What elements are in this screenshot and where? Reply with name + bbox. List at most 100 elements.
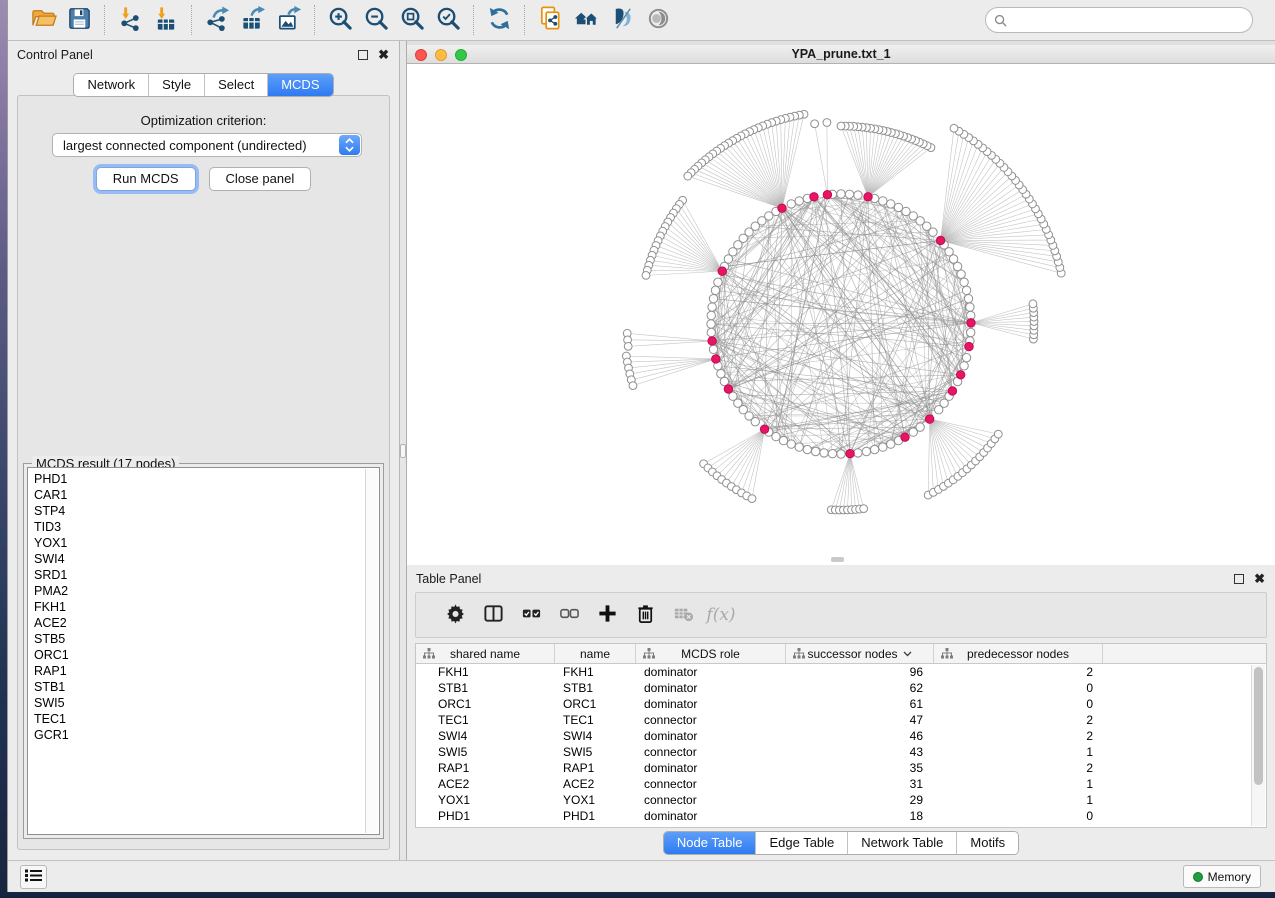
minimize-window-icon[interactable] <box>435 49 447 61</box>
mcds-result-item[interactable]: STB5 <box>34 631 379 647</box>
table-row[interactable]: SWI5SWI5connector431 <box>416 744 1266 760</box>
mcds-list-scrollbar[interactable] <box>365 469 378 833</box>
import-table-icon <box>153 5 180 35</box>
tab-style[interactable]: Style <box>149 74 205 96</box>
zoom-selected-button[interactable] <box>430 4 466 36</box>
table-cell: YOX1 <box>416 793 555 807</box>
table-cell: dominator <box>636 809 786 823</box>
network-window-titlebar[interactable]: YPA_prune.txt_1 <box>407 45 1275 64</box>
table-scrollbar-thumb[interactable] <box>1254 667 1263 785</box>
mcds-result-item[interactable]: PHD1 <box>34 471 379 487</box>
network-graph[interactable] <box>407 64 1275 565</box>
table-cell: YOX1 <box>555 793 636 807</box>
hide-button[interactable] <box>604 4 640 36</box>
table-cell: 43 <box>786 745 934 759</box>
search-input[interactable] <box>1012 13 1244 27</box>
export-network-button[interactable] <box>199 4 235 36</box>
mcds-result-item[interactable]: YOX1 <box>34 535 379 551</box>
column-header-predecessor-nodes[interactable]: predecessor nodes <box>934 644 1103 663</box>
table-tab-edge-table[interactable]: Edge Table <box>756 832 848 854</box>
tab-mcds[interactable]: MCDS <box>268 74 332 96</box>
tab-select[interactable]: Select <box>205 74 268 96</box>
table-scrollbar[interactable] <box>1251 665 1265 826</box>
table-cell: dominator <box>636 729 786 743</box>
tab-network[interactable]: Network <box>74 74 149 96</box>
mcds-result-item[interactable]: GCR1 <box>34 727 379 743</box>
mcds-result-item[interactable]: FKH1 <box>34 599 379 615</box>
float-table-panel-icon[interactable] <box>1234 574 1244 584</box>
close-panel-icon[interactable]: ✖ <box>378 50 389 60</box>
close-table-panel-icon[interactable]: ✖ <box>1254 574 1265 584</box>
zoom-in-button[interactable] <box>322 4 358 36</box>
open-button[interactable] <box>25 4 61 36</box>
zoom-out-icon <box>363 5 390 35</box>
close-window-icon[interactable] <box>415 49 427 61</box>
refresh-button[interactable] <box>481 4 517 36</box>
mcds-result-item[interactable]: STB1 <box>34 679 379 695</box>
table-settings-button[interactable] <box>436 598 474 632</box>
table-tab-motifs[interactable]: Motifs <box>957 832 1018 854</box>
save-button[interactable] <box>61 4 97 36</box>
table-tab-node-table[interactable]: Node Table <box>664 832 757 854</box>
mcds-result-item[interactable]: SWI5 <box>34 695 379 711</box>
table-cell: 96 <box>786 665 934 679</box>
mcds-result-item[interactable]: TID3 <box>34 519 379 535</box>
float-panel-icon[interactable] <box>358 50 368 60</box>
show-columns-button[interactable] <box>474 598 512 632</box>
export-image-button[interactable] <box>271 4 307 36</box>
columns-icon <box>483 603 504 627</box>
mcds-result-list[interactable]: PHD1CAR1STP4TID3YOX1SWI4SRD1PMA2FKH1ACE2… <box>27 467 380 835</box>
column-header-name[interactable]: name <box>555 644 636 663</box>
table-row[interactable]: STB1STB1dominator620 <box>416 680 1266 696</box>
table-row[interactable]: SWI4SWI4dominator462 <box>416 728 1266 744</box>
function-builder-button[interactable]: f(x) <box>702 598 740 632</box>
table-row[interactable]: ORC1ORC1dominator610 <box>416 696 1266 712</box>
import-network-button[interactable] <box>112 4 148 36</box>
mcds-result-item[interactable]: SRD1 <box>34 567 379 583</box>
mcds-result-item[interactable]: ACE2 <box>34 615 379 631</box>
table-cell: 2 <box>934 665 1103 679</box>
column-header-successor-nodes[interactable]: successor nodes <box>786 644 934 663</box>
memory-button[interactable]: Memory <box>1183 865 1261 888</box>
delete-table-button[interactable] <box>664 598 702 632</box>
zoom-fit-button[interactable] <box>394 4 430 36</box>
network-canvas[interactable] <box>407 64 1275 565</box>
table-row[interactable]: FKH1FKH1dominator962 <box>416 664 1266 680</box>
zoom-out-button[interactable] <box>358 4 394 36</box>
column-header-MCDS-role[interactable]: MCDS role <box>636 644 786 663</box>
mcds-result-item[interactable]: RAP1 <box>34 663 379 679</box>
mcds-result-item[interactable]: CAR1 <box>34 487 379 503</box>
table-row[interactable]: RAP1RAP1dominator352 <box>416 760 1266 776</box>
delete-column-button[interactable] <box>626 598 664 632</box>
first-neighbors-button[interactable] <box>568 4 604 36</box>
table-row[interactable]: ACE2ACE2connector311 <box>416 776 1266 792</box>
select-all-button[interactable] <box>512 598 550 632</box>
share-document-button[interactable] <box>532 4 568 36</box>
export-table-button[interactable] <box>235 4 271 36</box>
close-panel-button[interactable]: Close panel <box>209 167 312 191</box>
mcds-result-item[interactable]: SWI4 <box>34 551 379 567</box>
deselect-all-button[interactable] <box>550 598 588 632</box>
criterion-dropdown[interactable]: largest connected component (undirected) <box>52 133 362 157</box>
mcds-result-item[interactable]: ORC1 <box>34 647 379 663</box>
zoom-selected-icon <box>435 5 462 35</box>
mcds-result-item[interactable]: TEC1 <box>34 711 379 727</box>
plus-icon <box>597 603 618 627</box>
table-row[interactable]: YOX1YOX1connector291 <box>416 792 1266 808</box>
table-tab-network-table[interactable]: Network Table <box>848 832 957 854</box>
mcds-result-item[interactable]: STP4 <box>34 503 379 519</box>
mcds-result-box: MCDS result (17 nodes) PHD1CAR1STP4TID3Y… <box>23 463 384 839</box>
network-hscrollbar-thumb[interactable] <box>831 557 844 562</box>
divider-grip[interactable] <box>400 444 406 458</box>
column-header-shared-name[interactable]: shared name <box>416 644 555 663</box>
eye-button[interactable] <box>640 4 676 36</box>
add-column-button[interactable] <box>588 598 626 632</box>
run-mcds-button[interactable]: Run MCDS <box>96 167 196 191</box>
maximize-window-icon[interactable] <box>455 49 467 61</box>
panel-divider[interactable] <box>400 41 407 860</box>
mcds-result-item[interactable]: PMA2 <box>34 583 379 599</box>
table-row[interactable]: TEC1TEC1connector472 <box>416 712 1266 728</box>
table-row[interactable]: PHD1PHD1dominator180 <box>416 808 1266 824</box>
import-table-button[interactable] <box>148 4 184 36</box>
panel-list-button[interactable] <box>20 865 47 889</box>
